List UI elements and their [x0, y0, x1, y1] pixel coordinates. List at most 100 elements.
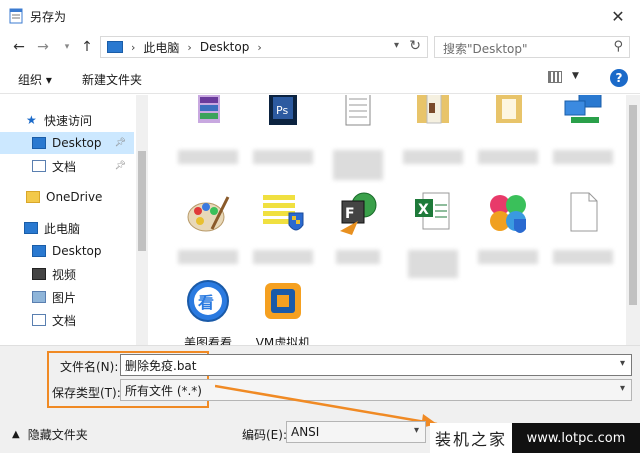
desktop-icon: [32, 137, 46, 149]
filetype-value: 所有文件 (*.*): [125, 383, 202, 398]
documents-icon: [32, 314, 46, 326]
file-label: VM虚拟机: [255, 336, 311, 345]
notepad-icon: [9, 8, 23, 24]
pin-icon: 📌︎: [114, 161, 126, 171]
file-item[interactable]: [393, 95, 473, 164]
chevron-down-icon[interactable]: ▾: [620, 383, 625, 394]
sidebar-item-videos[interactable]: 视频: [0, 263, 134, 285]
filename-field[interactable]: 删除免疫.bat ▾: [120, 354, 632, 376]
watermark: 装机之家 www.lotpc.com: [430, 423, 640, 453]
file-item[interactable]: X: [393, 191, 473, 278]
text-document-icon: [345, 95, 371, 126]
filename-label: 文件名(N):: [60, 360, 119, 374]
shield-list-icon: [263, 195, 304, 231]
chevron-down-icon[interactable]: ▾: [414, 425, 419, 436]
blurred-filename: [553, 250, 613, 264]
sidebar-item-label: OneDrive: [46, 190, 103, 204]
breadcrumb-separator-icon: ›: [257, 40, 262, 54]
blurred-filename: [408, 250, 458, 278]
breadcrumb-separator-icon: ›: [131, 40, 136, 54]
blurred-filename: [178, 150, 238, 164]
file-item[interactable]: VM虚拟机: [243, 279, 323, 345]
chevron-down-icon: ▾: [64, 42, 70, 52]
computer-icon: [107, 41, 123, 53]
organize-button[interactable]: 组织 ▾: [18, 71, 52, 88]
sidebar-item-onedrive[interactable]: OneDrive: [0, 186, 134, 208]
watermark-text: 装机之家: [434, 430, 507, 449]
svg-text:Ps: Ps: [276, 104, 288, 117]
sidebar-item-label: 文档: [52, 159, 77, 174]
file-item[interactable]: [318, 95, 398, 180]
navigation-pane: ★ 快速访问 Desktop 📌︎ 文档 📌︎ OneDrive 此电脑 Des…: [0, 95, 148, 345]
sidebar-item-quick-access[interactable]: ★ 快速访问: [0, 109, 134, 131]
file-item[interactable]: [243, 191, 323, 264]
excel-icon: X: [415, 192, 450, 230]
file-item[interactable]: Ps: [243, 95, 323, 164]
address-bar[interactable]: › 此电脑 › Desktop › ▾ ↻: [100, 36, 428, 58]
sidebar-item-documents[interactable]: 文档: [0, 309, 134, 331]
file-item[interactable]: F: [318, 191, 398, 264]
blurred-filename: [403, 150, 463, 164]
view-options-icon[interactable]: [548, 71, 562, 83]
refresh-icon[interactable]: ↻: [409, 38, 421, 54]
filename-value: 删除免疫.bat: [125, 358, 197, 373]
breadcrumb-desktop[interactable]: Desktop: [200, 40, 250, 54]
star-icon: ★: [26, 113, 37, 127]
paint-palette-icon: [187, 196, 230, 232]
blurred-filename: [333, 150, 383, 180]
sidebar-item-label: Desktop: [52, 244, 102, 258]
pictures-icon: [32, 291, 46, 303]
back-button[interactable]: ←: [10, 38, 28, 56]
window-title: 另存为: [30, 10, 67, 24]
hide-folders-label: 隐藏文件夹: [27, 428, 88, 442]
sidebar-item-desktop[interactable]: Desktop: [0, 240, 134, 262]
view-dropdown-icon[interactable]: ▼: [572, 71, 579, 81]
sidebar-item-this-pc[interactable]: 此电脑: [0, 217, 134, 239]
sidebar-item-desktop-pinned[interactable]: Desktop 📌︎: [0, 132, 134, 154]
forward-button[interactable]: →: [34, 38, 52, 56]
file-item[interactable]: [168, 95, 248, 164]
svg-text:看: 看: [197, 293, 214, 312]
sidebar-item-documents-pinned[interactable]: 文档 📌︎: [0, 155, 134, 177]
file-item[interactable]: [468, 95, 548, 164]
file-item[interactable]: 看 美图看看: [168, 279, 248, 345]
breadcrumb-this-pc[interactable]: 此电脑: [143, 39, 179, 56]
blurred-filename: [478, 250, 538, 264]
scrollbar-thumb[interactable]: [629, 105, 637, 305]
filetype-label: 保存类型(T):: [52, 386, 121, 400]
sidebar-scrollbar[interactable]: [136, 95, 148, 345]
blank-file-icon: [570, 192, 598, 232]
search-input[interactable]: 搜索"Desktop" ⚲: [434, 36, 630, 58]
video-icon: [32, 268, 46, 280]
desktop-icon: [32, 245, 46, 257]
photoshop-icon: Ps: [269, 95, 297, 125]
encoding-value: ANSI: [291, 425, 320, 439]
file-item[interactable]: [543, 95, 623, 164]
file-item[interactable]: [543, 191, 623, 264]
sidebar-item-label: 文档: [52, 313, 77, 328]
search-placeholder: 搜索"Desktop": [443, 42, 528, 56]
new-folder-button[interactable]: 新建文件夹: [82, 71, 142, 88]
navigation-bar: ← → ▾ ↑ › 此电脑 › Desktop › ▾ ↻ 搜索"Desktop…: [0, 32, 640, 62]
help-icon[interactable]: ?: [610, 69, 628, 87]
scrollbar-thumb[interactable]: [138, 151, 146, 251]
file-list-scrollbar[interactable]: [626, 95, 640, 345]
folder-icon: [417, 95, 449, 124]
recent-locations-button[interactable]: ▾: [58, 38, 76, 56]
sidebar-item-pictures[interactable]: 图片: [0, 286, 134, 308]
blurred-filename: [553, 150, 613, 164]
sidebar-item-label: 图片: [52, 290, 77, 305]
blurred-filename: [178, 250, 238, 264]
close-button[interactable]: ✕: [596, 0, 640, 32]
hide-folders-toggle[interactable]: ▲ 隐藏文件夹: [12, 426, 88, 443]
flashfxp-icon: F: [340, 192, 377, 235]
file-item[interactable]: [168, 191, 248, 264]
watermark-url: www.lotpc.com: [512, 423, 640, 453]
encoding-select[interactable]: ANSI ▾: [286, 421, 426, 443]
file-label: 美图看看: [183, 336, 232, 345]
chevron-down-icon[interactable]: ▾: [620, 358, 625, 369]
file-item[interactable]: [468, 191, 548, 264]
up-button[interactable]: ↑: [78, 38, 96, 56]
address-dropdown-icon[interactable]: ▾: [394, 40, 399, 51]
command-toolbar: 组织 ▾ 新建文件夹 ▼ ?: [0, 62, 640, 94]
